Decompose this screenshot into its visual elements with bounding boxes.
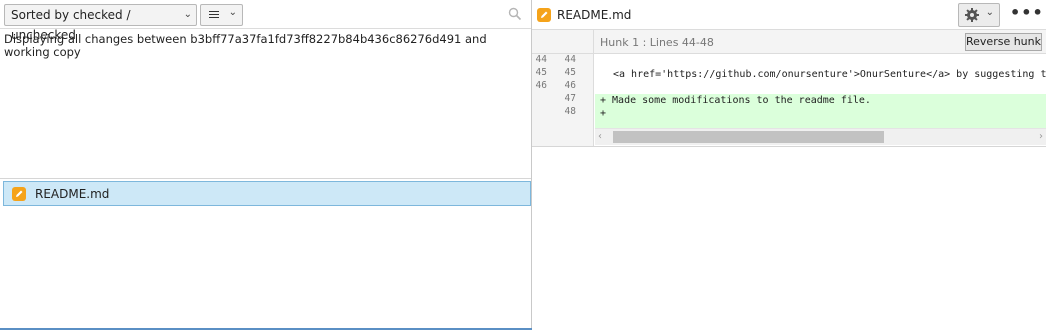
horizontal-scrollbar[interactable]: ‹ › [595,128,1046,145]
new-line-number: 44 [564,54,576,65]
gear-icon [965,8,979,22]
changes-description: Displaying all changes between b3bff77a3… [4,32,487,59]
chevron-down-icon: ⌄ [985,7,994,18]
chevron-left-icon[interactable]: ‹ [598,131,602,142]
diff-added-padding [595,120,1046,128]
sort-dropdown[interactable]: Sorted by checked / unchecked ⌄ [4,4,197,42]
chevron-down-icon: ⌄ [228,7,237,18]
more-options-button[interactable]: ••• [1010,5,1043,24]
diff-file-title: README.md [557,8,632,22]
pencil-icon [12,187,26,201]
chevron-down-icon: ⌄ [183,9,192,20]
new-line-number: 47 [564,93,576,104]
line-number-gutter: 44 44 45 45 46 46 47 48 [532,54,594,146]
view-mode-dropdown[interactable]: ⌄ [200,4,243,26]
old-line-number: 44 [535,54,547,65]
diff-line-context [595,55,1046,68]
diff-line-added: + [595,107,1046,120]
diff-line-context [595,81,1046,94]
hunk-header: Hunk 1 : Lines 44-48 Reverse hunk [594,30,1046,54]
hunk-title: Hunk 1 : Lines 44-48 [600,36,714,49]
changes-pane: Sorted by checked / unchecked ⌄ ⌄ Displa… [0,0,532,330]
old-line-number: 45 [535,67,547,78]
gutter-header [532,30,594,54]
new-line-number: 45 [564,67,576,78]
search-icon[interactable] [508,7,522,21]
new-line-number: 46 [564,80,576,91]
pencil-icon [537,8,551,22]
list-view-icon [209,11,219,20]
changes-toolbar: Sorted by checked / unchecked ⌄ ⌄ [0,0,531,42]
old-line-number: 46 [535,80,547,91]
changed-files-list: README.md [0,178,531,330]
diff-line-context: <a href='https://github.com/onursenture'… [613,69,1046,80]
file-list-item[interactable]: README.md [3,181,531,206]
diff-header: README.md ⌄ ••• [532,0,1046,30]
divider [532,146,1046,147]
file-name: README.md [35,187,110,201]
scrollbar-thumb[interactable] [613,131,884,143]
new-line-number: 48 [564,106,576,117]
settings-button[interactable]: ⌄ [958,3,1000,27]
reverse-hunk-button[interactable]: Reverse hunk [965,33,1042,51]
diff-line-added: + Made some modifications to the readme … [595,94,1046,107]
diff-pane: README.md ⌄ ••• Hunk 1 : Lines 44-48 Rev… [532,0,1046,330]
chevron-right-icon[interactable]: › [1039,131,1043,142]
